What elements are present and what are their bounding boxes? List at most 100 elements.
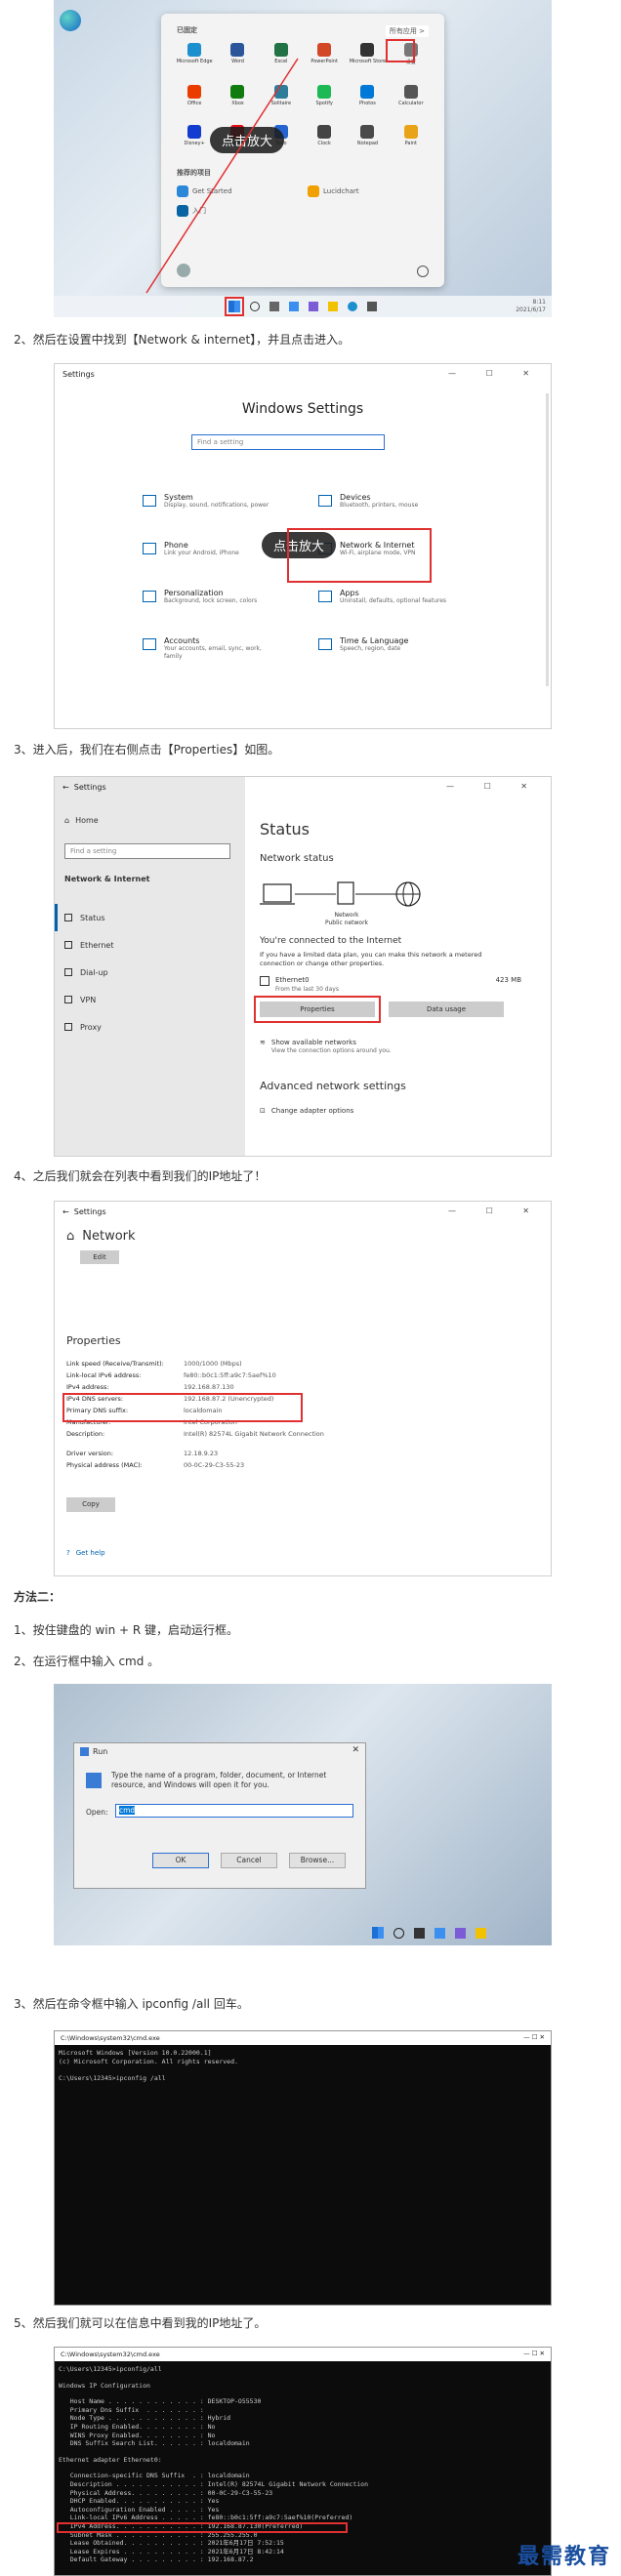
sidebar-item-dial-up[interactable]: Dial-up [55, 959, 245, 986]
watermark-logo: 最需教育 [517, 2544, 611, 2569]
window-controls[interactable]: — ☐ ✕ [446, 782, 541, 791]
step-2-text: 2、然后在设置中找到【Network & internet】，并且点击进入。 [14, 333, 351, 347]
settings-item-system[interactable]: System Display, sound, notifications, pow… [143, 493, 299, 510]
chat-icon[interactable] [309, 302, 318, 311]
run-icon [80, 1747, 89, 1756]
property-row: Physical address (MAC): 00-0C-29-C3-55-23 [66, 1461, 359, 1473]
property-row: Driver version: 12.18.9.23 [66, 1450, 359, 1461]
sidebar-item-status[interactable]: Status [55, 904, 245, 931]
settings-item-personalization[interactable]: Personalization Background, lock screen, … [143, 589, 299, 605]
phone-icon [143, 543, 156, 554]
adapter-icon: ⊡ [260, 1107, 266, 1115]
back-icon[interactable]: ← [62, 783, 69, 792]
edge-taskbar-icon[interactable] [348, 302, 357, 311]
settings-item-apps[interactable]: Apps Uninstall, defaults, optional featur… [318, 589, 475, 605]
page-title: Status [260, 820, 310, 838]
accounts-icon [143, 638, 156, 650]
sidebar-search-input[interactable]: Find a setting [64, 843, 230, 859]
start-button-icon[interactable] [372, 1927, 384, 1939]
settings-item-title: Personalization [164, 589, 224, 597]
devices-icon [318, 495, 332, 507]
screenshot-run-dialog: Run ✕ Type the name of a program, folder… [54, 1684, 552, 1945]
console-line: Description . . . . . . . . . . . : Inte… [59, 2479, 368, 2488]
property-row: Link speed (Receive/Transmit): 1000/1000 … [66, 1360, 359, 1371]
copy-button[interactable]: Copy [66, 1497, 115, 1512]
data-usage-button[interactable]: Data usage [389, 1002, 504, 1017]
screenshot-start-menu: 已固定 所有应用 > Microsoft Edge Word Excel PowerP… [54, 0, 552, 317]
window-controls[interactable]: — ☐ ✕ [448, 1206, 543, 1215]
get-help-link[interactable]: ? Get help [66, 1549, 105, 1557]
chat-icon[interactable] [455, 1927, 466, 1939]
run-title: Run [80, 1747, 107, 1756]
scrollbar[interactable] [546, 393, 549, 686]
widgets-icon[interactable] [289, 302, 299, 311]
cmd-titlebar: C:\Windows\system32\cmd.exe — ☐ ✕ [55, 2031, 551, 2045]
cmd-output: Microsoft Windows [Version 10.0.22000.1]… [59, 2049, 238, 2083]
search-icon[interactable] [393, 1927, 404, 1939]
adapter-name: Ethernet0 [275, 976, 310, 984]
step-4-text: 4、之后我们就会在列表中看到我们的IP地址了！ [14, 1169, 267, 1183]
step-2-2-text: 2、在运行框中输入 cmd 。 [14, 1655, 160, 1668]
browse-button[interactable]: Browse... [289, 1853, 346, 1868]
task-view-icon[interactable] [269, 302, 279, 311]
back-icon[interactable]: ← [62, 1207, 69, 1216]
step-2-5-text: 5、然后我们就可以在信息中看到我的IP地址了。 [14, 2316, 267, 2330]
task-view-icon[interactable] [414, 1927, 425, 1939]
explorer-icon[interactable] [328, 302, 338, 311]
window-title: ← Settings [62, 783, 106, 792]
sidebar-item-ethernet[interactable]: Ethernet [55, 931, 245, 959]
edit-button[interactable]: Edit [80, 1250, 119, 1264]
console-line: Primary Dns Suffix . . . . . . . : [59, 2405, 204, 2414]
explorer-icon[interactable] [476, 1927, 486, 1939]
property-value: Intel(R) 82574L Gigabit Network Connecti… [184, 1430, 324, 1438]
change-adapter-options[interactable]: ⊡ Change adapter options [260, 1107, 353, 1115]
page-title: ⌂ Network [66, 1229, 136, 1244]
sidebar-nav: Status Ethernet Dial-up VPN Proxy [55, 904, 245, 1041]
console-line: Node Type . . . . . . . . . . . . : Hybr… [59, 2414, 231, 2423]
close-icon[interactable]: ✕ [352, 1745, 359, 1755]
settings-search-input[interactable]: Find a setting [191, 434, 385, 450]
window-controls[interactable]: — ☐ ✕ [448, 369, 543, 378]
settings-item-time-language[interactable]: Time & Language Speech, region, date [318, 636, 475, 661]
sidebar-item-vpn[interactable]: VPN [55, 986, 245, 1013]
console-line: WINS Proxy Enabled. . . . . . . . : No [59, 2431, 216, 2439]
property-row: Description: Intel(R) 82574L Gigabit Netw… [66, 1430, 359, 1450]
show-available-networks[interactable]: ≋ Show available networks View the connec… [260, 1039, 392, 1054]
widgets-icon[interactable] [435, 1927, 445, 1939]
console-line: C:\Users\12345>ipconfig/all [59, 2365, 162, 2373]
console-line: Ethernet adapter Ethernet0: [59, 2455, 162, 2464]
help-icon: ? [66, 1549, 70, 1557]
network-label: Network Public network [324, 912, 369, 926]
console-line: Autoconfiguration Enabled . . . . : Yes [59, 2505, 220, 2514]
run-app-icon [86, 1773, 102, 1788]
screenshot-windows-settings: Settings — ☐ ✕ Windows Settings Find a s… [54, 363, 552, 729]
settings-item-devices[interactable]: Devices Bluetooth, printers, mouse [318, 493, 475, 510]
home-icon: ⌂ [66, 1229, 75, 1244]
start-button-icon[interactable] [225, 297, 244, 316]
clock: 8:11 2021/6/17 [516, 299, 546, 313]
advanced-heading: Advanced network settings [260, 1080, 406, 1092]
sidebar-item-proxy[interactable]: Proxy [55, 1013, 245, 1041]
search-icon[interactable] [250, 302, 260, 311]
ipv4-highlight [57, 2522, 348, 2533]
store-icon[interactable] [367, 302, 377, 311]
property-value: 00-0C-29-C3-55-23 [184, 1461, 245, 1469]
settings-item-accounts[interactable]: Accounts Your accounts, email, sync, work… [143, 636, 299, 661]
method-2-heading: 方法二： [14, 1590, 62, 1604]
run-input[interactable]: cmd [115, 1804, 353, 1818]
window-controls[interactable]: — ☐ ✕ [523, 2350, 545, 2357]
pointer-arrow [145, 58, 299, 294]
window-controls[interactable]: — ☐ ✕ [523, 2033, 545, 2041]
nav-home[interactable]: ⌂ Home [64, 816, 99, 825]
ok-button[interactable]: OK [152, 1853, 209, 1868]
property-key: Description: [66, 1430, 105, 1438]
console-line: Lease Expires . . . . . . . . . . : 2021… [59, 2547, 284, 2556]
console-line: IP Routing Enabled. . . . . . . . : No [59, 2422, 216, 2431]
settings-item-desc: Link your Android, iPhone [164, 550, 239, 556]
connected-text: You're connected to the Internet [260, 936, 402, 946]
console-line: Link-local IPv6 Address . . . . . : fe80… [59, 2514, 353, 2522]
console-line: Lease Obtained. . . . . . . . . . : 2021… [59, 2539, 284, 2548]
cancel-button[interactable]: Cancel [221, 1853, 277, 1868]
